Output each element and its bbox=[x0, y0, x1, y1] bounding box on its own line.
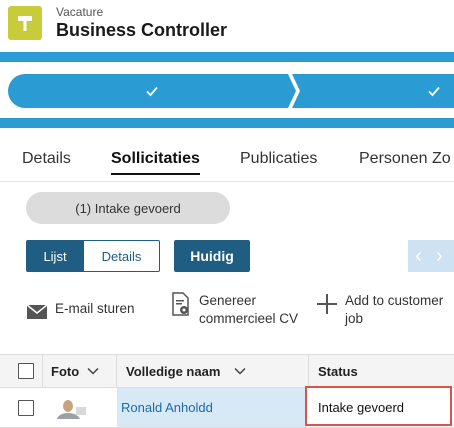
status-highlight-box bbox=[305, 386, 452, 426]
send-email-label: E-mail sturen bbox=[55, 301, 135, 316]
table-header: Foto Volledige naam Status bbox=[0, 354, 454, 388]
column-separator bbox=[308, 355, 309, 387]
hammer-icon bbox=[8, 6, 42, 40]
app-window: Vacature Business Controller Details Sol… bbox=[0, 0, 454, 428]
path-stage-2[interactable] bbox=[292, 74, 454, 108]
column-name-label: Volledige naam bbox=[126, 363, 221, 379]
details-view-button[interactable]: Details bbox=[84, 240, 160, 272]
avatar bbox=[54, 388, 88, 427]
add-job-label-line1: Add to customer bbox=[345, 293, 444, 308]
envelope-icon bbox=[26, 301, 48, 323]
tab-sollicitaties[interactable]: Sollicitaties bbox=[111, 150, 200, 175]
column-separator bbox=[116, 355, 117, 387]
tab-divider bbox=[0, 181, 454, 182]
candidate-name-link[interactable]: Ronald Anholdd bbox=[117, 388, 307, 427]
select-all-checkbox[interactable] bbox=[18, 355, 34, 387]
tab-bar: Details Sollicitaties Publicaties Person… bbox=[0, 150, 454, 178]
view-toggle: Lijst Details bbox=[26, 240, 160, 272]
add-to-customer-job-action[interactable]: Add to customer job bbox=[316, 292, 443, 328]
generate-cv-label-line1: Genereer bbox=[199, 293, 257, 308]
list-view-button[interactable]: Lijst bbox=[26, 240, 84, 272]
path-stage-1[interactable] bbox=[8, 74, 296, 108]
column-foto[interactable]: Foto bbox=[51, 355, 99, 387]
add-to-customer-job-label: Add to customer job bbox=[345, 292, 443, 328]
add-job-label-line2: job bbox=[345, 311, 364, 326]
tab-publicaties[interactable]: Publicaties bbox=[240, 150, 317, 168]
check-icon bbox=[427, 84, 441, 98]
chevron-down-icon[interactable] bbox=[87, 367, 99, 375]
stage-filter-pill[interactable]: (1) Intake gevoerd bbox=[26, 192, 230, 224]
row-checkbox[interactable] bbox=[18, 388, 34, 427]
column-foto-label: Foto bbox=[51, 363, 80, 379]
column-status[interactable]: Status bbox=[318, 355, 358, 387]
chevron-down-icon[interactable] bbox=[234, 367, 246, 375]
generate-cv-action[interactable]: Genereer commercieel CV bbox=[170, 292, 298, 328]
column-volledige-naam[interactable]: Volledige naam bbox=[126, 355, 246, 387]
chevron-right-icon[interactable]: › bbox=[436, 246, 443, 266]
page-title: Business Controller bbox=[56, 20, 228, 40]
document-gear-icon bbox=[170, 292, 192, 316]
generate-cv-label-line2: commercieel CV bbox=[199, 311, 299, 326]
send-email-action[interactable]: E-mail sturen bbox=[26, 300, 135, 323]
path-band-top bbox=[0, 52, 454, 62]
chevron-left-icon[interactable]: ‹ bbox=[415, 246, 422, 266]
record-type-label: Vacature bbox=[56, 5, 104, 19]
tab-personen[interactable]: Personen Zo bbox=[359, 150, 451, 168]
tab-details[interactable]: Details bbox=[22, 150, 71, 168]
current-button[interactable]: Huidig bbox=[174, 240, 250, 272]
generate-cv-label: Genereer commercieel CV bbox=[199, 292, 298, 328]
check-icon bbox=[145, 84, 159, 98]
column-separator bbox=[42, 355, 43, 387]
path-band-bottom bbox=[0, 118, 454, 128]
plus-icon bbox=[316, 293, 338, 315]
pager: ‹ › bbox=[408, 240, 454, 272]
